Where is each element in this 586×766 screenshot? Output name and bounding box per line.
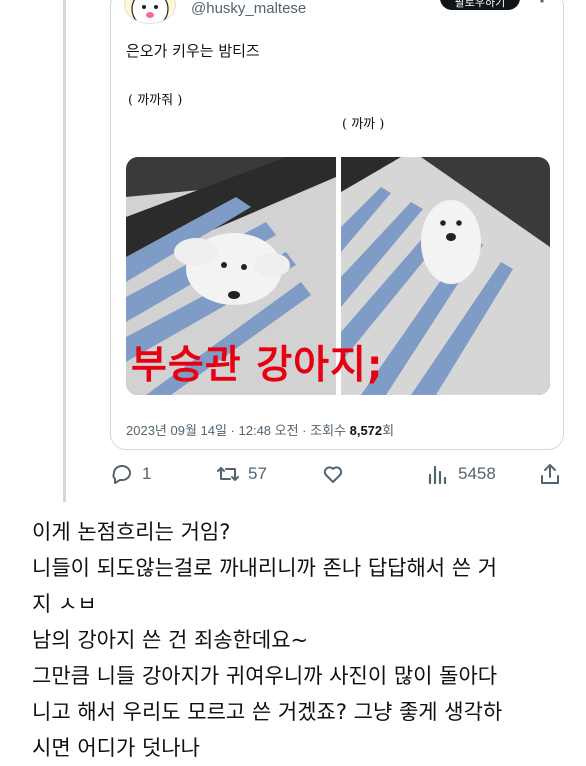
comment-line: 그만큼 니들 강아지가 귀여우니까 사진이 많이 돌아다 [32, 664, 498, 688]
comment-text: 이게 논점흐리는 거임? 니들이 되도않는걸로 까내리니까 존나 답답해서 쓴 … [32, 514, 572, 766]
more-icon[interactable] [534, 0, 550, 4]
comment-line: 니고 해서 우리도 모르고 쓴 거겠죠? 그냥 좋게 생각하 [32, 700, 503, 724]
timestamp-text: 2023년 09월 14일 · 12:48 오전 · 조회수 [126, 423, 350, 438]
heart-icon [323, 466, 343, 483]
retweet-count: 57 [248, 464, 267, 483]
comment-line: 시면 어디가 덧나나 [32, 736, 200, 760]
reply-button[interactable]: 1 [110, 462, 151, 486]
retweet-button[interactable]: 57 [216, 462, 267, 486]
tweet-timestamp: 2023년 09월 14일 · 12:48 오전 · 조회수 8,572회 [126, 420, 394, 439]
reply-icon [112, 465, 131, 484]
share-icon [541, 464, 559, 484]
tweet-caption-line2: ( 까까줘 ) [128, 93, 183, 108]
user-handle[interactable]: @husky_maltese [191, 0, 306, 17]
comment-line: 니들이 되도않는걸로 까내리니까 존나 답답해서 쓴 거 [32, 556, 498, 580]
share-button[interactable] [538, 462, 562, 486]
views-icon [428, 465, 447, 485]
view-suffix: 회 [382, 423, 395, 438]
retweet-icon [217, 467, 239, 481]
view-count: 8,572 [349, 423, 383, 438]
comment-line: 남의 강아지 쓴 건 죄송한데요~ [32, 628, 309, 652]
image-overlay-text: 부승관 강아지; [131, 343, 384, 388]
reply-count: 1 [142, 464, 152, 483]
like-button[interactable] [321, 462, 353, 486]
thread-line [63, 0, 66, 502]
views-count: 5458 [458, 464, 496, 483]
follow-button[interactable]: 팔로우하기 [440, 0, 520, 10]
tweet-caption-line1: 은오가 키우는 밤티즈 [126, 42, 260, 60]
views-button[interactable]: 5458 [426, 462, 496, 486]
comment-line: 이게 논점흐리는 거임? [32, 520, 231, 544]
tweet-caption-line3: ( 까까 ) [342, 117, 385, 132]
comment-line: 지 ㅅㅂ [32, 592, 97, 616]
